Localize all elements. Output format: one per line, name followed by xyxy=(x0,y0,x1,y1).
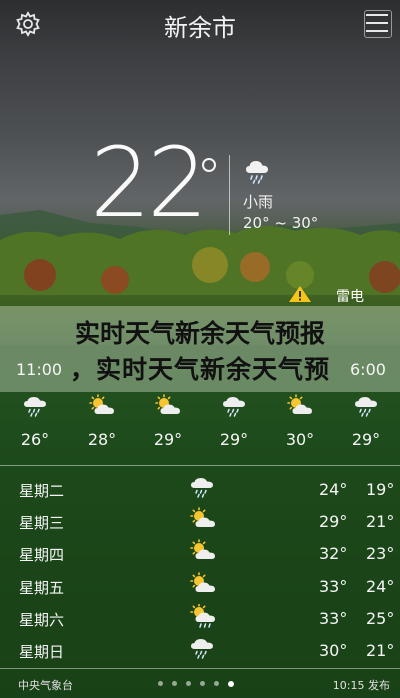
hourly-item: 26° xyxy=(5,392,65,449)
page-dot[interactable] xyxy=(228,680,234,687)
hourly-item: 29° xyxy=(336,392,396,449)
hourly-temperature: 29° xyxy=(153,430,183,449)
daily-row[interactable]: 星期二 24° 19° xyxy=(0,473,400,505)
daily-row[interactable]: 星期三 29° 21° xyxy=(0,505,400,537)
partly-cloudy-sun-icon xyxy=(189,539,223,567)
city-title: 新余市 xyxy=(164,14,236,42)
menu-bar xyxy=(366,30,388,32)
light-rain-icon xyxy=(246,161,268,184)
alert-label[interactable]: 雷电 xyxy=(336,286,364,306)
degree-symbol xyxy=(202,158,216,172)
day-low-temperature: 25° xyxy=(366,609,395,628)
hourly-item: 30° xyxy=(270,392,330,449)
cloud-rain-icon xyxy=(336,392,396,420)
footer: 中央气象台 10:15 发布 xyxy=(0,672,400,698)
cloud-rain-icon xyxy=(204,392,264,420)
current-temperature: 22 xyxy=(90,127,208,239)
divider xyxy=(229,155,230,235)
day-name: 星期六 xyxy=(19,611,65,629)
daily-row[interactable]: 星期五 33° 24° xyxy=(0,570,400,602)
current-condition: 小雨 xyxy=(243,193,274,211)
header: 新余市 xyxy=(0,0,400,48)
day-low-temperature: 19° xyxy=(366,480,395,499)
day-high-temperature: 30° xyxy=(319,641,348,660)
hourly-temperature: 30° xyxy=(285,430,315,449)
banner-text-line-2: ，实时天气新余天气预 xyxy=(69,355,330,384)
hourly-temperature: 29° xyxy=(219,430,249,449)
data-source: 中央气象台 xyxy=(18,679,73,692)
page-dot[interactable] xyxy=(158,681,163,686)
sun-cloud-rain-icon xyxy=(189,603,223,632)
day-low-temperature: 23° xyxy=(366,544,395,563)
partly-cloudy-sun-icon xyxy=(189,572,223,600)
hourly-temperature: 29° xyxy=(351,430,381,449)
day-high-temperature: 33° xyxy=(319,577,348,596)
day-high-temperature: 24° xyxy=(319,480,348,499)
day-low-temperature: 21° xyxy=(366,512,395,531)
daily-row[interactable]: 星期四 32° 23° xyxy=(0,537,400,569)
gear-icon xyxy=(16,11,40,37)
day-low-temperature: 24° xyxy=(366,577,395,596)
hourly-temperature: 28° xyxy=(87,430,117,449)
page-dot[interactable] xyxy=(172,681,177,686)
warning-icon[interactable] xyxy=(288,285,312,303)
page-dot[interactable] xyxy=(186,681,191,686)
daily-row[interactable]: 星期日 30° 21° xyxy=(0,634,400,666)
daily-row[interactable]: 星期六 33° 25° xyxy=(0,602,400,634)
page-dot[interactable] xyxy=(214,681,219,686)
hourly-temperature: 26° xyxy=(20,430,50,449)
day-high-temperature: 29° xyxy=(319,512,348,531)
day-name: 星期四 xyxy=(19,546,65,564)
page-indicator[interactable] xyxy=(158,680,234,687)
day-name: 星期三 xyxy=(19,514,65,532)
day-high-temperature: 33° xyxy=(319,609,348,628)
day-name: 星期日 xyxy=(19,643,65,661)
footer-divider xyxy=(0,668,400,669)
settings-button[interactable] xyxy=(14,10,42,38)
partly-cloudy-sun-icon xyxy=(72,392,132,420)
hourly-item: 29° xyxy=(138,392,198,449)
day-low-temperature: 21° xyxy=(366,641,395,660)
day-name: 星期二 xyxy=(19,482,65,500)
section-divider xyxy=(0,465,400,466)
day-high-temperature: 32° xyxy=(319,544,348,563)
partly-cloudy-sun-icon xyxy=(189,507,223,535)
banner-text-line-1: 实时天气新余天气预报 xyxy=(74,319,325,348)
menu-bar xyxy=(366,14,388,16)
cloud-rain-icon xyxy=(189,475,223,503)
partly-cloudy-sun-icon xyxy=(138,392,198,420)
current-range: 20° ~ 30° xyxy=(243,214,319,232)
menu-button[interactable] xyxy=(364,10,392,38)
update-time: 10:15 发布 xyxy=(332,679,390,692)
cloud-rain-icon xyxy=(5,392,65,420)
day-name: 星期五 xyxy=(19,579,65,597)
hourly-item: 28° xyxy=(72,392,132,449)
cloud-rain-icon xyxy=(189,636,223,664)
partly-cloudy-sun-icon xyxy=(270,392,330,420)
page-dot[interactable] xyxy=(200,681,205,686)
hourly-item: 29° xyxy=(204,392,264,449)
menu-bar xyxy=(366,22,388,24)
